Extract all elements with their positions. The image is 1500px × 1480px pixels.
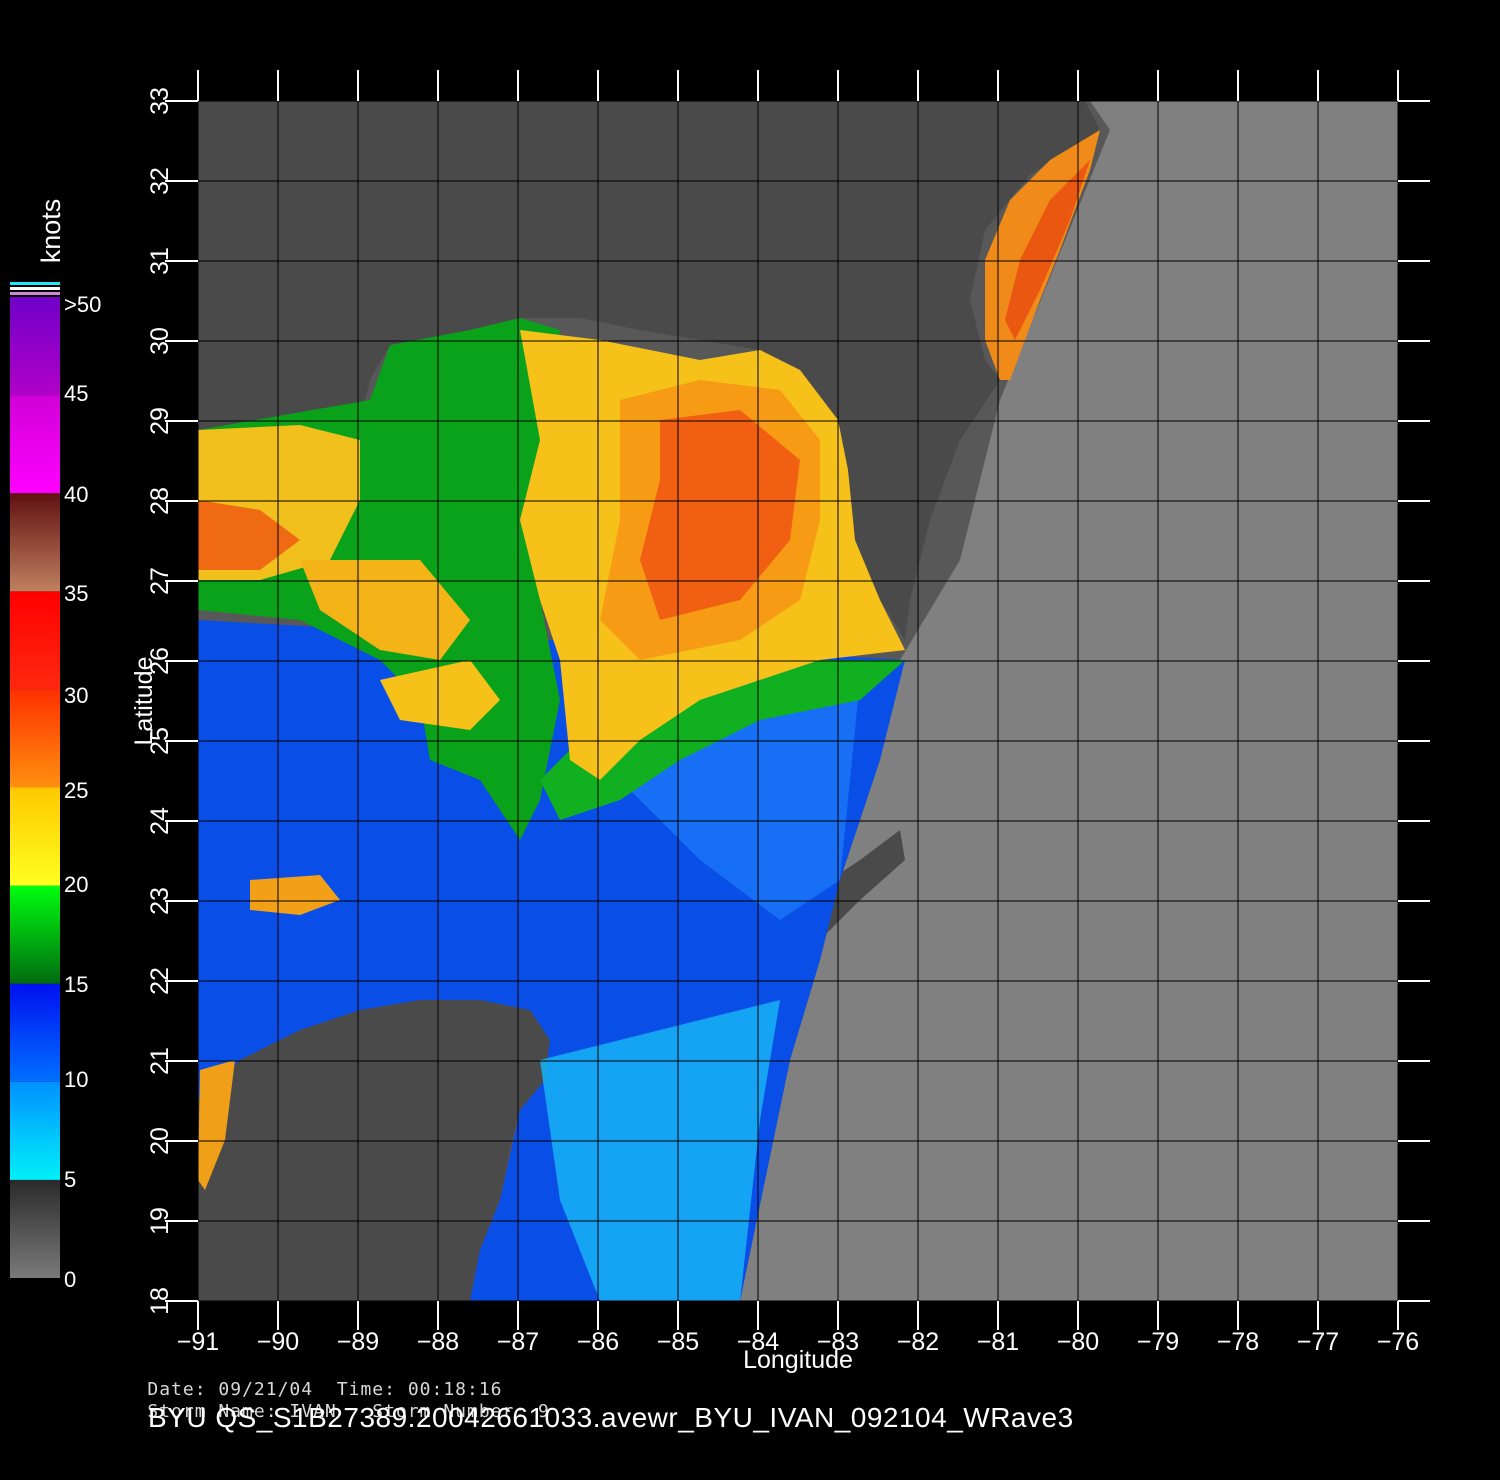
y-tick-label: 32 — [146, 167, 174, 195]
legend-band — [10, 787, 60, 886]
legend-label: 45 — [64, 381, 88, 406]
x-tick-label: −80 — [1057, 1328, 1099, 1356]
product-name: BYU QS_S1B27389.20042661033.avewr_BYU_IV… — [148, 1402, 1074, 1433]
x-tick-label: −89 — [337, 1328, 379, 1356]
legend-band — [10, 885, 60, 984]
x-tick-label: −81 — [977, 1328, 1019, 1356]
y-tick-label: 29 — [146, 407, 174, 435]
wind-map-figure: −91 −90 −89 −88 −87 −86 −85 −84 −83 −82 −81 −80 −79−… — [0, 0, 1500, 1480]
legend-cap — [10, 287, 60, 290]
legend-label: 15 — [64, 972, 88, 997]
x-tick-label: −86 — [577, 1328, 619, 1356]
legend-label: 0 — [64, 1267, 76, 1292]
x-tick-label: −91 — [177, 1328, 219, 1356]
legend-band — [10, 689, 60, 788]
y-tick-label: 33 — [146, 87, 174, 115]
y-axis-label: Latitude — [130, 657, 158, 746]
x-axis-label: Longitude — [743, 1346, 853, 1374]
legend-band — [10, 297, 60, 396]
y-tick-label: 22 — [146, 967, 174, 995]
legend-band — [10, 1081, 60, 1180]
legend-label: 30 — [64, 683, 88, 708]
y-tick-label: 27 — [146, 567, 174, 595]
legend-cap — [10, 292, 60, 295]
wind-speed-legend — [10, 282, 60, 1278]
x-tick-label: −87 — [497, 1328, 539, 1356]
x-tick-label: −79 — [1137, 1328, 1179, 1356]
legend-band — [10, 591, 60, 690]
legend-band — [10, 493, 60, 592]
x-tick-label: −82 — [897, 1328, 939, 1356]
x-tick-label: −85 — [657, 1328, 699, 1356]
y-tick-label: 18 — [146, 1287, 174, 1315]
y-tick-label: 28 — [146, 487, 174, 515]
x-tick-label: −90 — [257, 1328, 299, 1356]
legend-label: 10 — [64, 1067, 88, 1092]
legend-cap — [10, 282, 60, 285]
legend-band — [10, 1179, 60, 1278]
y-tick-label: 20 — [146, 1127, 174, 1155]
legend-band — [10, 983, 60, 1082]
legend-unit-label: knots — [36, 199, 66, 264]
y-tick-label: 23 — [146, 887, 174, 915]
legend-labels: >50 45 40 35 30 25 20 15 10 5 0 — [64, 292, 101, 1292]
y-tick-label: 21 — [146, 1047, 174, 1075]
y-tick-label: 24 — [146, 807, 174, 835]
y-tick-label: 19 — [146, 1207, 174, 1235]
legend-label: 5 — [64, 1167, 76, 1192]
legend-label: >50 — [64, 292, 101, 317]
legend-label: 35 — [64, 581, 88, 606]
wind-speed-map: −91 −90 −89 −88 −87 −86 −85 −84 −83 −82 −81 −80 −79−… — [10, 70, 1430, 1374]
legend-label: 20 — [64, 872, 88, 897]
legend-band — [10, 395, 60, 494]
y-tick-label: 30 — [146, 327, 174, 355]
legend-label: 40 — [64, 482, 88, 507]
y-tick-label: 31 — [146, 247, 174, 275]
x-tick-label: −78 — [1217, 1328, 1259, 1356]
x-tick-label: −77 — [1297, 1328, 1339, 1356]
x-tick-label: −88 — [417, 1328, 459, 1356]
legend-label: 25 — [64, 778, 88, 803]
x-tick-label: −76 — [1377, 1328, 1419, 1356]
